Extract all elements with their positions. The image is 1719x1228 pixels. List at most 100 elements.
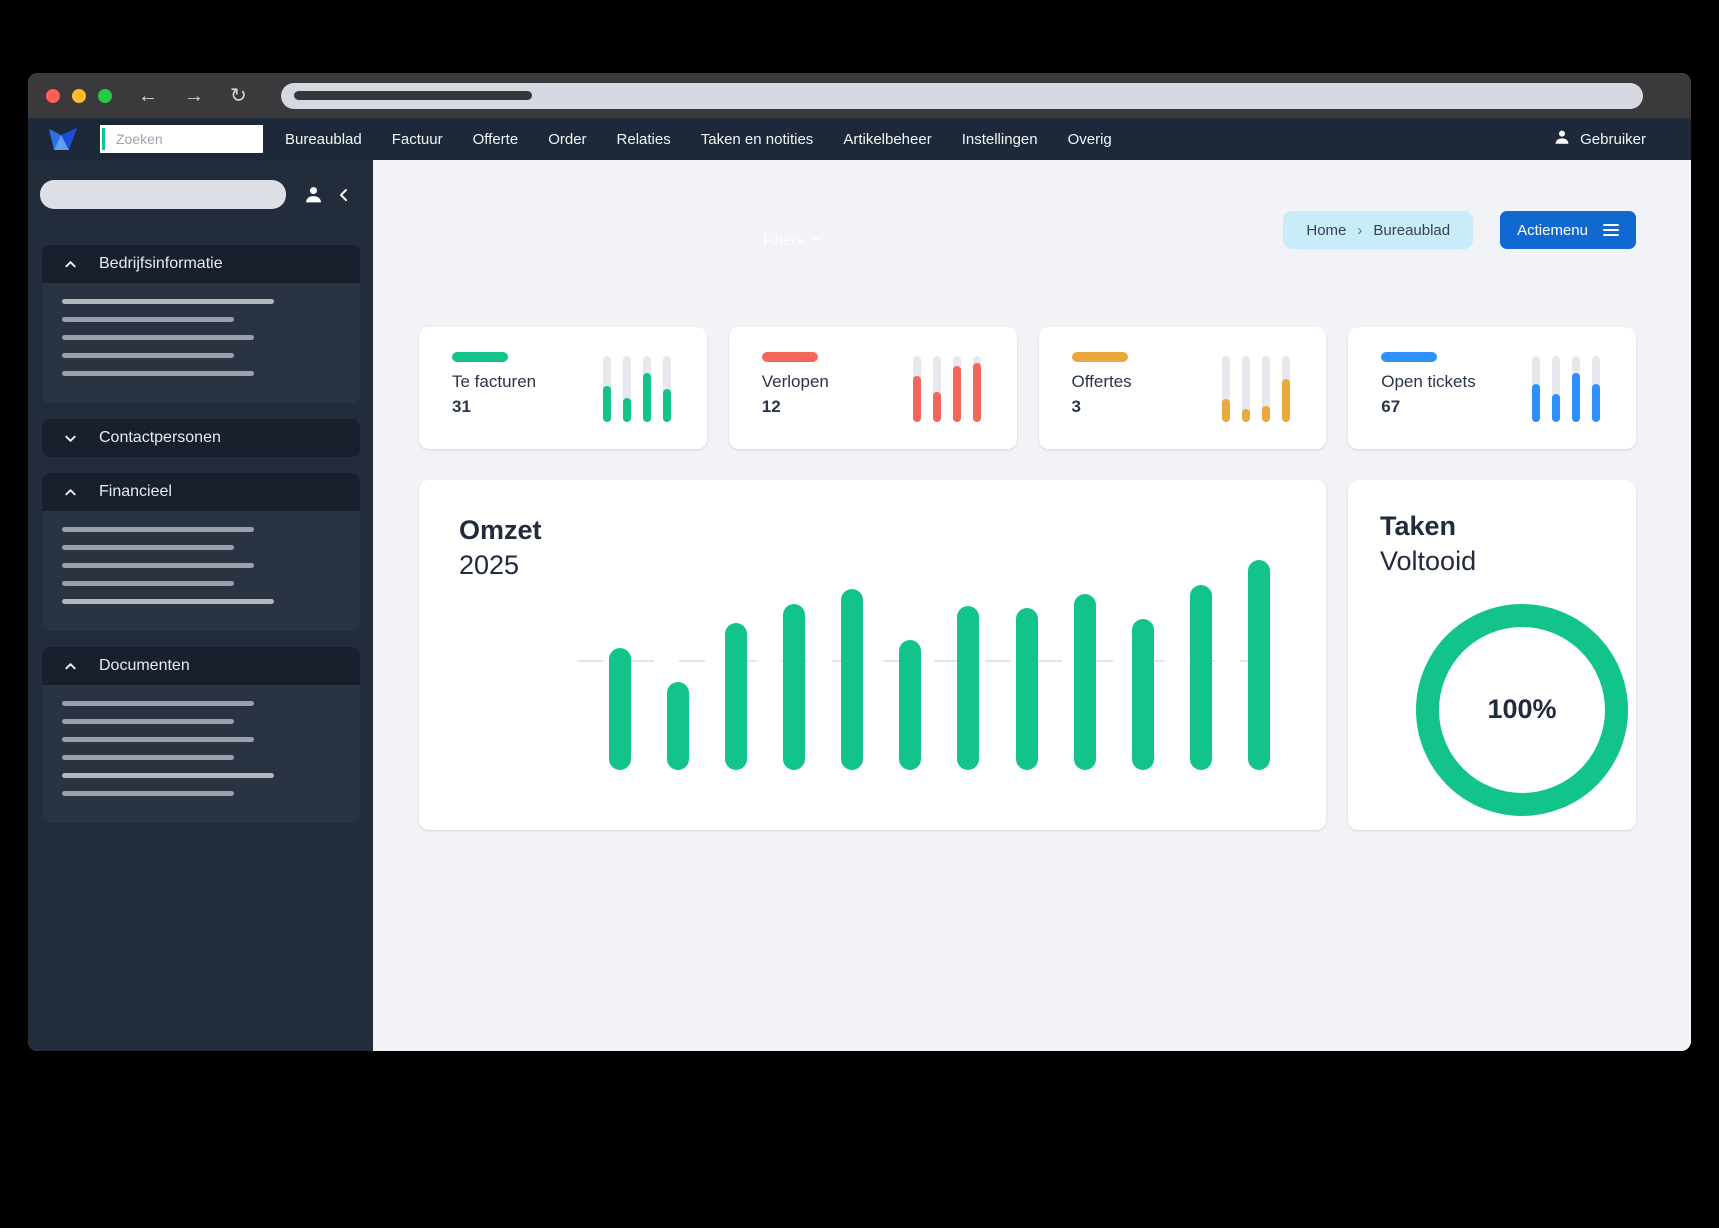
placeholder-line — [62, 299, 274, 304]
revenue-bar — [609, 648, 631, 770]
stat-card-verlopen: Verlopen 12 — [728, 327, 1017, 449]
revenue-bar — [667, 682, 690, 770]
chevron-up-icon — [63, 485, 78, 500]
placeholder-line — [62, 527, 254, 532]
section-label: Bedrijfsinformatie — [99, 255, 223, 272]
actiemenu-button[interactable]: Actiemenu — [1500, 211, 1636, 249]
section-toggle-financieel[interactable]: Financieel — [42, 473, 360, 511]
hamburger-icon — [1603, 221, 1619, 239]
address-bar[interactable] — [280, 82, 1643, 109]
back-button[interactable]: ← — [138, 86, 158, 106]
placeholder-line — [62, 719, 234, 724]
zoom-window-button[interactable] — [98, 88, 112, 103]
placeholder-line — [62, 581, 234, 586]
mini-bar-fill — [952, 365, 961, 422]
nav-item-instellingen[interactable]: Instellingen — [962, 131, 1038, 148]
mini-bar-fill — [1282, 379, 1291, 422]
mini-bar-fill — [1552, 393, 1560, 422]
mini-bar-fill — [662, 389, 671, 422]
revenue-bar — [1015, 608, 1038, 770]
placeholder-line — [62, 545, 234, 550]
revenue-bar — [1131, 619, 1154, 770]
stat-mini-bar-chart — [1222, 356, 1291, 422]
section-toggle-contactpersonen[interactable]: Contactpersonen — [42, 419, 360, 457]
mini-bar-track — [1262, 356, 1271, 422]
section-toggle-bedrijfsinformatie[interactable]: Bedrijfsinformatie — [42, 245, 360, 283]
placeholder-line — [62, 599, 274, 604]
revenue-bar — [783, 604, 806, 770]
placeholder-line — [62, 353, 234, 358]
tasks-donut-chart: 100% — [1416, 603, 1628, 816]
placeholder-line — [62, 701, 254, 706]
section-label: Documenten — [99, 657, 190, 674]
placeholder-line — [62, 737, 254, 742]
breadcrumb-separator: › — [1357, 221, 1363, 239]
mini-bar-fill — [1592, 384, 1600, 422]
sidebar-section-bedrijfsinformatie: Bedrijfsinformatie — [42, 245, 360, 403]
close-window-button[interactable] — [46, 88, 60, 103]
app-body: Bedrijfsinformatie Contactpersonen Financi… — [28, 160, 1691, 1051]
mini-bar-track — [1282, 356, 1291, 422]
stat-mini-bar-chart — [1532, 356, 1600, 422]
mini-bar-fill — [1222, 398, 1231, 422]
tasks-subtitle: Voltooid — [1380, 546, 1477, 577]
nav-item-order[interactable]: Order — [548, 131, 586, 148]
reload-button[interactable]: ↻ — [230, 86, 247, 106]
charts-row: Omzet 2025 Taken Voltooid 100% — [419, 480, 1636, 830]
minimize-window-button[interactable] — [72, 88, 86, 103]
main-nav: Bureaublad Factuur Offerte Order Relaties Tak… — [285, 131, 1112, 148]
nav-item-bureaublad[interactable]: Bureaublad — [285, 131, 362, 148]
breadcrumb-home-link[interactable]: Home — [1306, 222, 1346, 239]
nav-item-taken-en-notities[interactable]: Taken en notities — [701, 131, 814, 148]
chevron-up-icon — [63, 257, 78, 272]
revenue-title: Omzet — [459, 515, 542, 545]
sidebar-search-input[interactable] — [40, 180, 286, 209]
mini-bar-track — [1242, 356, 1251, 422]
section-toggle-documenten[interactable]: Documenten — [42, 647, 360, 685]
actiemenu-label: Actiemenu — [1517, 221, 1588, 239]
mini-bar-track — [1222, 356, 1231, 422]
sidebar-toolbar — [40, 180, 364, 209]
breadcrumb: Home › Bureaublad — [1283, 211, 1474, 249]
sidebar-section-documenten: Documenten — [42, 647, 360, 823]
person-icon[interactable] — [303, 184, 324, 205]
forward-button[interactable]: → — [184, 86, 204, 106]
tasks-title: Taken — [1380, 511, 1457, 541]
stat-mini-bar-chart — [602, 356, 671, 422]
placeholder-line — [62, 563, 254, 568]
placeholder-line — [62, 371, 254, 376]
section-body — [42, 685, 360, 823]
breadcrumb-current[interactable]: Bureaublad — [1373, 222, 1450, 239]
mini-bar-track — [952, 356, 961, 422]
revenue-chart-card: Omzet 2025 — [419, 480, 1326, 830]
search-accent-bar — [102, 128, 105, 150]
nav-search[interactable] — [100, 125, 263, 153]
mini-bar-track — [972, 356, 981, 422]
mini-bar-fill — [622, 397, 631, 422]
sidebar-sections: Bedrijfsinformatie Contactpersonen Financi… — [38, 245, 364, 823]
nav-item-factuur[interactable]: Factuur — [392, 131, 443, 148]
mini-bar-track — [1532, 356, 1540, 422]
sidebar-collapse-icon[interactable] — [336, 187, 352, 203]
tasks-donut-card: Taken Voltooid 100% — [1348, 480, 1636, 830]
dashboard: Filters Home › Bureaublad Actiemenu Te f… — [373, 160, 1691, 1051]
placeholder-line — [62, 791, 234, 796]
mini-bar-track — [642, 356, 651, 422]
revenue-bar — [841, 589, 864, 770]
revenue-bar — [899, 640, 922, 770]
user-menu[interactable]: Gebruiker — [1553, 128, 1646, 150]
section-label: Contactpersonen — [99, 429, 221, 446]
revenue-bar — [725, 623, 748, 770]
nav-item-overig[interactable]: Overig — [1068, 131, 1112, 148]
nav-item-offerte[interactable]: Offerte — [473, 131, 519, 148]
nav-item-artikelbeheer[interactable]: Artikelbeheer — [843, 131, 931, 148]
stat-mini-bar-chart — [912, 356, 981, 422]
nav-search-input[interactable] — [114, 130, 256, 148]
filters-dropdown[interactable]: Filters — [763, 232, 823, 249]
stat-accent-pill — [1381, 352, 1438, 362]
revenue-bar — [1189, 585, 1212, 770]
nav-item-relaties[interactable]: Relaties — [617, 131, 671, 148]
chevron-up-icon — [63, 659, 78, 674]
section-body — [42, 511, 360, 631]
mini-bar-fill — [642, 372, 651, 422]
